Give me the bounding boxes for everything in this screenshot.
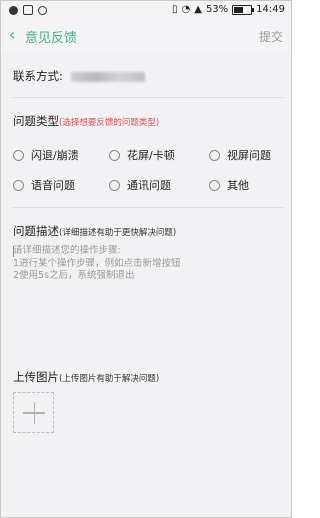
radio-crash[interactable]: 闪退/崩溃 bbox=[13, 147, 79, 163]
radio-screen-lag[interactable]: 花屏/卡顿 bbox=[109, 147, 175, 163]
issue-type-heading: 问题类型(选择想要反馈的问题类型) bbox=[13, 113, 159, 129]
radio-label: 闪退/崩溃 bbox=[31, 149, 79, 162]
radio-circle bbox=[209, 179, 220, 191]
sync-notification-icon bbox=[38, 5, 47, 15]
description-heading: 问题描述(详细描述有助于更快解决问题) bbox=[13, 223, 176, 239]
qq-notification-icon bbox=[9, 5, 18, 15]
plus-icon bbox=[33, 402, 35, 424]
radio-label: 视屏问题 bbox=[227, 149, 271, 162]
clock: 14:49 bbox=[256, 4, 285, 15]
battery-percent: 53% bbox=[205, 4, 229, 15]
radio-circle bbox=[13, 149, 24, 161]
back-arrow-icon[interactable]: ‹ bbox=[9, 25, 15, 44]
radio-circle bbox=[13, 179, 24, 191]
radio-label: 花屏/卡顿 bbox=[127, 149, 175, 162]
upload-title: 上传图片 bbox=[13, 370, 59, 384]
vibrate-icon: ▯ bbox=[171, 4, 178, 15]
divider bbox=[13, 207, 283, 208]
upload-heading: 上传图片(上传图片有助于解决问题) bbox=[13, 369, 159, 385]
description-title: 问题描述 bbox=[13, 224, 59, 238]
contact-row[interactable]: 联系方式: bbox=[13, 68, 145, 84]
app-frame: ▯ ◔ ▲ 53% 14:49 ‹ 意见反馈 提交 联系方式: 问题类型(选择想… bbox=[0, 0, 292, 518]
app-header: ‹ 意见反馈 提交 bbox=[1, 21, 291, 51]
wifi-icon: ◔ bbox=[181, 4, 191, 15]
radio-video[interactable]: 视屏问题 bbox=[209, 147, 271, 163]
submit-button[interactable]: 提交 bbox=[259, 28, 283, 45]
app-notification-icon bbox=[23, 5, 33, 15]
battery-icon bbox=[232, 4, 255, 15]
radio-circle bbox=[109, 149, 120, 161]
add-image-button[interactable] bbox=[13, 392, 54, 433]
radio-label: 语音问题 bbox=[31, 179, 75, 192]
contact-value-redacted bbox=[70, 71, 145, 82]
radio-circle bbox=[109, 179, 120, 191]
issue-type-hint: (选择想要反馈的问题类型) bbox=[59, 118, 160, 128]
radio-voice[interactable]: 语音问题 bbox=[13, 177, 75, 193]
radio-label: 通讯问题 bbox=[127, 179, 171, 192]
radio-label: 其他 bbox=[227, 179, 249, 192]
description-hint: (详细描述有助于更快解决问题) bbox=[59, 228, 177, 238]
radio-other[interactable]: 其他 bbox=[209, 177, 249, 193]
description-textarea[interactable]: 请详细描述您的操作步骤: 1进行某个操作步骤，例如点击新增按钮 2使用5s之后，… bbox=[13, 245, 283, 283]
divider bbox=[13, 97, 283, 98]
radio-circle bbox=[209, 149, 220, 161]
radio-communication[interactable]: 通讯问题 bbox=[109, 177, 171, 193]
page-title: 意见反馈 bbox=[25, 31, 78, 46]
signal-icon: ▲ bbox=[194, 4, 202, 15]
contact-label: 联系方式: bbox=[13, 69, 63, 83]
upload-hint: (上传图片有助于解决问题) bbox=[59, 374, 160, 384]
status-bar: ▯ ◔ ▲ 53% 14:49 bbox=[1, 1, 291, 21]
issue-type-title: 问题类型 bbox=[13, 114, 59, 128]
